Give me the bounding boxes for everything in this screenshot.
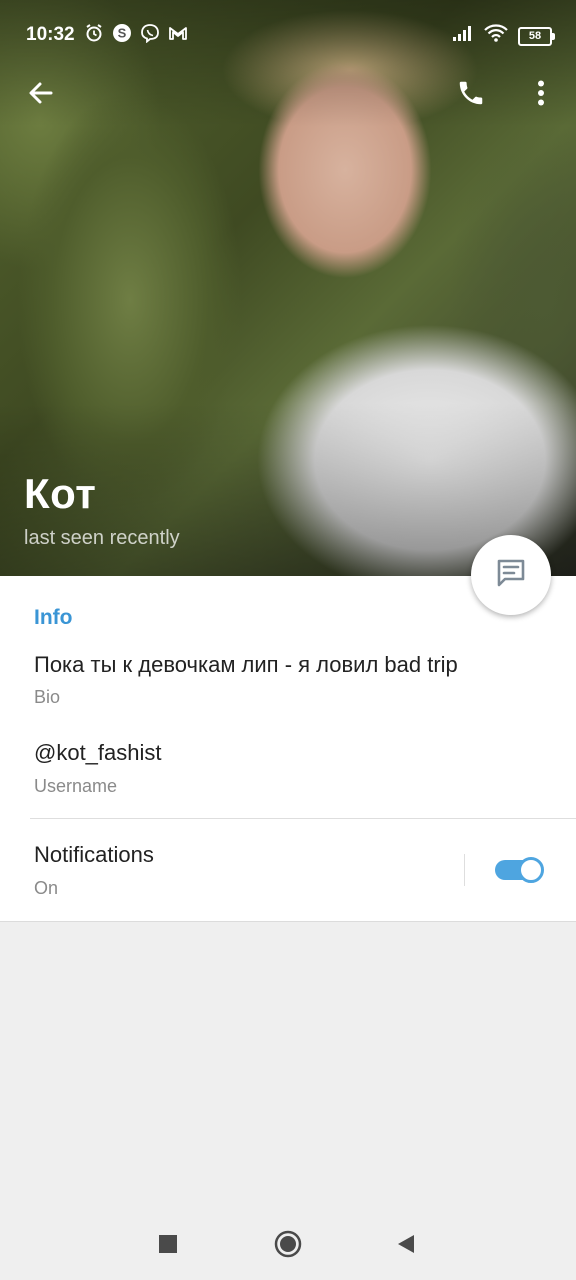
home-button[interactable] <box>270 1228 306 1264</box>
section-title-info: Info <box>34 606 73 629</box>
notifications-toggle[interactable] <box>495 857 545 883</box>
send-message-button[interactable] <box>471 535 551 615</box>
gmail-icon <box>168 23 188 43</box>
notifications-state: On <box>34 878 59 898</box>
navigation-bar <box>0 1210 576 1280</box>
status-bar: 10:32 S 58 <box>0 0 576 68</box>
back-button[interactable] <box>18 72 64 118</box>
system-icons: 58 <box>452 24 555 48</box>
home-icon <box>274 1230 302 1263</box>
message-icon <box>493 555 529 596</box>
back-icon <box>396 1234 416 1259</box>
viber-icon <box>140 23 160 44</box>
bio-value[interactable]: Пока ты к девочкам лип - я ловил bad tri… <box>34 652 458 678</box>
phone-icon <box>456 78 486 113</box>
divider <box>30 818 576 819</box>
recent-apps-icon <box>159 1234 177 1258</box>
toggle-knob <box>518 857 544 883</box>
bio-label: Bio <box>34 687 61 707</box>
wifi-icon <box>484 24 508 48</box>
system-back-button[interactable] <box>388 1228 424 1264</box>
signal-icon <box>452 25 474 47</box>
vertical-divider <box>464 854 465 886</box>
call-button[interactable] <box>448 72 494 118</box>
more-vert-icon <box>537 80 545 111</box>
notification-icons: S <box>84 23 188 44</box>
info-section: Info Пока ты к девочкам лип - я ловил ba… <box>0 576 576 922</box>
username-value[interactable]: @kot_fashist <box>34 740 162 766</box>
profile-name: Кот <box>24 470 97 517</box>
more-options-button[interactable] <box>518 72 564 118</box>
alarm-icon <box>84 23 104 43</box>
battery-icon: 58 <box>518 26 555 46</box>
notifications-title[interactable]: Notifications <box>34 842 154 868</box>
username-label: Username <box>34 776 118 796</box>
recent-apps-button[interactable] <box>150 1228 186 1264</box>
skype-icon: S <box>112 23 132 43</box>
profile-last-seen: last seen recently <box>24 527 180 549</box>
back-arrow-icon <box>27 79 55 112</box>
svg-text:S: S <box>118 26 127 41</box>
status-time: 10:32 <box>26 24 75 45</box>
